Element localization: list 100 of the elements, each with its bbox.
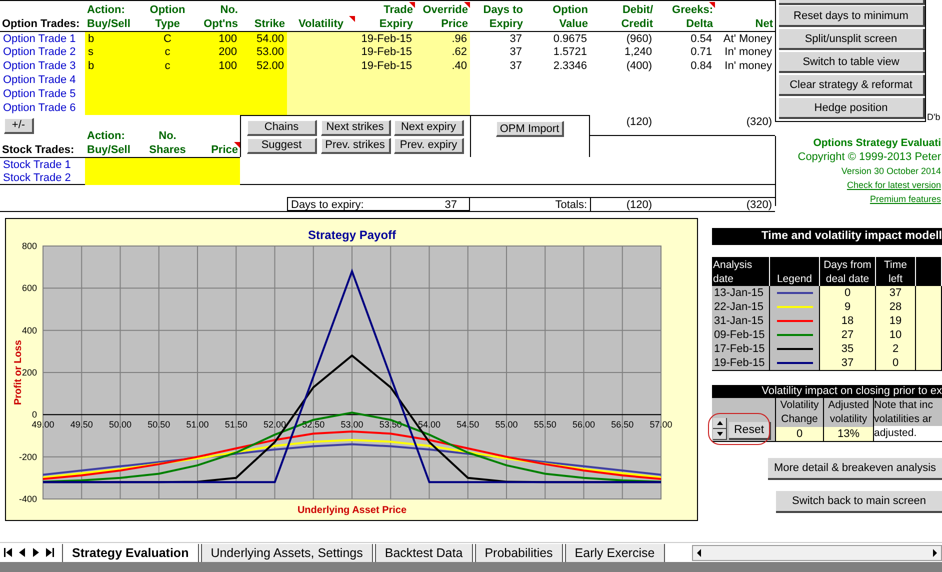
- column-header: Debit/ Credit: [620, 3, 654, 31]
- side-button[interactable]: Clear strategy & reformat: [779, 75, 925, 96]
- x-tick-label: 54.50: [456, 420, 480, 430]
- input-cell[interactable]: 100: [195, 31, 240, 45]
- column-header: No. Opt'ns: [202, 3, 239, 31]
- input-cell[interactable]: 19-Feb-15: [355, 31, 415, 45]
- highlight-outline: [708, 413, 770, 445]
- input-cell[interactable]: 19-Feb-15: [355, 59, 415, 73]
- toolbar-button[interactable]: Suggest: [247, 138, 317, 154]
- x-tick-label: 51.00: [186, 420, 209, 430]
- caret-up-icon: [716, 421, 722, 425]
- y-tick-label: -200: [18, 452, 37, 462]
- section-title: Time and volatility impact modell: [712, 228, 942, 245]
- date-cell: 31-Jan-15: [712, 314, 770, 328]
- input-cell[interactable]: c: [140, 45, 195, 59]
- spin-up-button[interactable]: [713, 418, 727, 429]
- input-area[interactable]: [85, 73, 287, 115]
- table-cell-text: In' money: [724, 45, 773, 59]
- chart-title: Strategy Payoff: [308, 228, 396, 242]
- y-tick-label: -400: [18, 494, 37, 504]
- toolbar-button[interactable]: Next expiry: [394, 120, 464, 136]
- table-cell-text: 0.71: [690, 45, 713, 59]
- sheet-tab[interactable]: Strategy Evaluation: [62, 544, 199, 562]
- input-cell[interactable]: 100: [195, 59, 240, 73]
- input-cell[interactable]: 200: [195, 45, 240, 59]
- input-cell[interactable]: .96: [415, 31, 470, 45]
- table-cell: 27: [820, 328, 876, 342]
- input-cell[interactable]: c: [140, 59, 195, 73]
- table-cell: (960): [590, 31, 655, 45]
- x-tick-label: 55.50: [534, 420, 556, 430]
- table-cell-text: 2.3346: [552, 59, 588, 73]
- sheet-tab[interactable]: Backtest Data: [374, 544, 473, 562]
- input-cell[interactable]: [85, 157, 240, 171]
- input-cell[interactable]: 52.00: [240, 59, 287, 73]
- input-cell[interactable]: .62: [415, 45, 470, 59]
- toolbar-button[interactable]: Prev. strikes: [320, 138, 390, 154]
- toolbar-button[interactable]: Prev. expiry: [394, 138, 464, 154]
- toolbar-button[interactable]: Chains: [247, 120, 317, 136]
- date-cell: 19-Feb-15: [712, 356, 770, 370]
- horizontal-scrollbar[interactable]: [692, 544, 942, 560]
- side-button[interactable]: Switch to table view: [779, 52, 925, 73]
- row-label[interactable]: Option Trade 6: [0, 101, 85, 115]
- y-tick-label: 0: [32, 410, 37, 420]
- input-cell[interactable]: .40: [415, 59, 470, 73]
- table-cell-text: 0.84: [690, 59, 713, 73]
- toolbar-button[interactable]: Next strikes: [320, 120, 390, 136]
- table-cell: 10: [876, 328, 916, 342]
- row-label[interactable]: Option Trade 5: [0, 87, 85, 101]
- row-label[interactable]: Stock Trade 2: [0, 171, 85, 185]
- x-tick-label: 57.00: [650, 420, 672, 430]
- side-button[interactable]: Reset days to minimum: [779, 6, 925, 27]
- last-sheet-button[interactable]: [44, 546, 56, 560]
- reset-button[interactable]: Reset: [729, 422, 772, 440]
- days-to-expiry-value: 37: [415, 197, 470, 211]
- column-header: No. Shares: [148, 129, 187, 157]
- table-cell: 35: [820, 342, 876, 356]
- side-button[interactable]: Split/unsplit screen: [779, 29, 925, 50]
- date-cell: 09-Feb-15: [712, 328, 770, 342]
- sheet-tab[interactable]: Underlying Assets, Settings: [200, 544, 373, 562]
- side-button[interactable]: Hedge position: [779, 98, 925, 119]
- input-cell[interactable]: 54.00: [240, 31, 287, 45]
- row-label[interactable]: Option Trade 2: [0, 45, 85, 59]
- row-label[interactable]: Option Trade 3: [0, 59, 85, 73]
- table-cell-text: 37: [508, 45, 523, 59]
- section-title: Volatility impact on closing prior to ex: [712, 385, 942, 398]
- input-cell[interactable]: s: [85, 45, 140, 59]
- input-cell[interactable]: b: [85, 31, 140, 45]
- action-button[interactable]: More detail & breakeven analysis: [768, 458, 942, 480]
- column-header: Volatility: [287, 17, 355, 31]
- input-cell[interactable]: b: [85, 59, 140, 73]
- cut-off-button[interactable]: [779, 0, 925, 5]
- input-cell[interactable]: C: [140, 31, 195, 45]
- table-cell-text: In' money: [724, 59, 773, 73]
- x-tick-label: 49.00: [32, 420, 54, 430]
- column-header: Legend: [770, 257, 820, 286]
- sheet-tab[interactable]: Probabilities: [474, 544, 563, 562]
- input-cell[interactable]: 19-Feb-15: [355, 45, 415, 59]
- input-area[interactable]: [287, 73, 470, 115]
- import-button[interactable]: OPM Import: [496, 121, 564, 137]
- link[interactable]: Check for latest version: [846, 178, 941, 192]
- toggle-button[interactable]: +/-: [4, 118, 34, 134]
- y-tick-label: 200: [22, 368, 37, 378]
- input-cell[interactable]: [85, 171, 240, 185]
- row-label[interactable]: Option Trade 4: [0, 73, 85, 87]
- x-tick-label: 56.50: [611, 420, 634, 430]
- product-title: Options Strategy Evaluati: [813, 136, 941, 150]
- section-title: Stock Trades:: [1, 143, 76, 157]
- x-tick-label: 53.00: [340, 420, 364, 430]
- y-tick-label: 800: [22, 241, 37, 251]
- first-sheet-button[interactable]: [2, 546, 14, 560]
- x-tick-label: 52.00: [263, 420, 286, 430]
- link[interactable]: Premium features: [870, 192, 941, 206]
- spin-down-button[interactable]: [713, 429, 727, 440]
- x-tick-label: 49.50: [70, 420, 93, 430]
- x-tick-label: 56.00: [572, 420, 596, 430]
- input-cell[interactable]: 0: [776, 427, 824, 441]
- sheet-tab[interactable]: Early Exercise: [564, 544, 665, 562]
- input-cell[interactable]: 53.00: [240, 45, 287, 59]
- action-button[interactable]: Switch back to main screen: [776, 491, 942, 513]
- input-cell[interactable]: 13%: [824, 427, 874, 441]
